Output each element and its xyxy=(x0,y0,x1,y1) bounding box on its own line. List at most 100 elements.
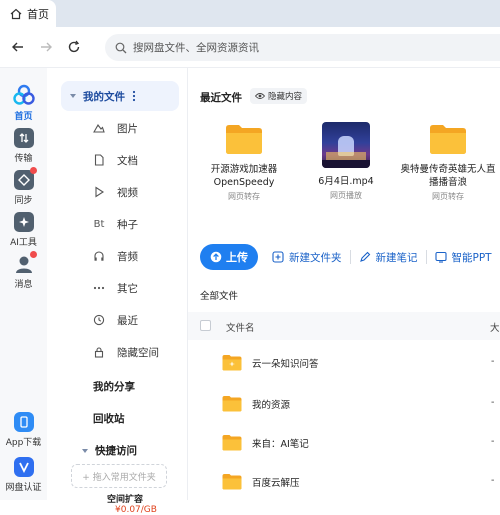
verify-icon xyxy=(13,457,34,477)
home-icon xyxy=(10,8,22,19)
rail-label: App下载 xyxy=(5,438,42,448)
recent-item[interactable]: 奥特曼传奇英雄无人直播播音浪 网页转存 xyxy=(398,123,498,202)
rail-app-download[interactable]: App下载 xyxy=(0,412,47,448)
sync-icon xyxy=(13,167,37,190)
file-size: - xyxy=(491,356,495,367)
sidebar-item-other[interactable]: 其它 xyxy=(61,273,177,303)
triangle-down-icon xyxy=(82,448,88,453)
sidebar-item-label: 隐藏空间 xyxy=(117,346,159,359)
table-row[interactable]: 我的资源 - xyxy=(188,385,500,422)
column-header-name[interactable]: 文件名 xyxy=(226,320,255,334)
new-folder-icon xyxy=(272,251,284,263)
recent-item[interactable]: 开源游戏加速器OpenSpeedy 网页转存 xyxy=(194,123,294,202)
quick-access-label: 快捷访问 xyxy=(95,445,137,457)
message-icon xyxy=(14,251,37,274)
sidebar-recycle-bin[interactable]: 回收站 xyxy=(93,411,125,426)
new-note-button[interactable]: 新建笔记 xyxy=(359,250,418,265)
sidebar-item-pictures[interactable]: 图片 xyxy=(61,113,177,143)
upload-icon xyxy=(210,251,222,263)
folder-icon xyxy=(222,435,242,451)
tab-home[interactable]: 首页 xyxy=(0,0,56,27)
rail-ai-tools[interactable]: AI工具 xyxy=(0,212,47,248)
recent-item-name: 开源游戏加速器OpenSpeedy xyxy=(210,164,278,188)
hide-content-label: 隐藏内容 xyxy=(268,92,303,102)
rail-home[interactable]: 首页 xyxy=(0,84,47,122)
rail-label: 传输 xyxy=(14,154,33,164)
refresh-button[interactable] xyxy=(65,38,83,56)
note-icon xyxy=(359,251,370,262)
more-vertical-icon[interactable] xyxy=(131,90,137,102)
video-icon xyxy=(91,186,107,198)
promo-title: 空间扩容 xyxy=(107,495,144,505)
notification-dot xyxy=(29,251,37,258)
rail-label: 网盘认证 xyxy=(5,483,42,493)
arrow-right-icon xyxy=(41,42,52,52)
sidebar-item-label: 其它 xyxy=(117,282,138,295)
rail-verify[interactable]: 网盘认证 xyxy=(0,457,47,493)
sidebar-item-documents[interactable]: 文档 xyxy=(61,145,177,175)
sidebar-item-audio[interactable]: 音频 xyxy=(61,241,177,271)
column-header-size[interactable]: 大 xyxy=(490,320,500,334)
sidebar-item-my-files[interactable]: 我的文件 xyxy=(61,81,179,111)
folder-icon xyxy=(226,125,262,154)
hide-content-button[interactable]: 隐藏内容 xyxy=(250,88,308,104)
file-table-header: 文件名 大 xyxy=(188,312,500,340)
storage-promo[interactable]: 空间扩容¥0.07/GB xyxy=(107,492,187,515)
forward-button[interactable] xyxy=(37,38,55,56)
rail-transfer[interactable]: 传输 xyxy=(0,128,47,164)
sidebar-item-label: 音频 xyxy=(117,250,138,263)
recent-item-source: 网页播放 xyxy=(330,191,362,200)
file-name: 来自：AI笔记 xyxy=(252,439,309,450)
sidebar-my-share[interactable]: 我的分享 xyxy=(93,379,135,394)
upload-button[interactable]: 上传 xyxy=(200,244,258,270)
toolbar-separator xyxy=(349,250,351,264)
smart-ppt-label: 智能PPT xyxy=(451,251,492,264)
sidebar-item-videos[interactable]: 视频 xyxy=(61,177,177,207)
search-placeholder: 搜网盘文件、全网资源资讯 xyxy=(133,42,259,54)
recent-item-source: 网页转存 xyxy=(432,192,464,201)
folder-icon xyxy=(222,355,242,371)
promo-price: ¥0.07/GB xyxy=(115,505,157,515)
search-input[interactable]: 搜网盘文件、全网资源资讯 xyxy=(105,34,500,61)
smart-ppt-button[interactable]: 智能PPT xyxy=(434,250,492,265)
nav-bar: 搜网盘文件、全网资源资讯 xyxy=(0,27,500,68)
audio-icon xyxy=(91,250,107,262)
sidebar: 我的文件 图片 文档 视频 Bt 种子 音频 其它 最近 隐藏空间 我的分享 回… xyxy=(47,68,187,515)
notification-dot xyxy=(29,167,37,174)
sidebar-quick-access[interactable]: 快捷访问 xyxy=(81,443,137,458)
rail-label: AI工具 xyxy=(10,238,37,248)
home-icon xyxy=(12,84,35,106)
sidebar-item-label: 我的文件 xyxy=(83,90,125,103)
sidebar-item-recent[interactable]: 最近 xyxy=(61,305,177,335)
table-row[interactable]: 来自：AI笔记 - xyxy=(188,424,500,461)
recent-item-source: 网页转存 xyxy=(228,192,260,201)
sidebar-item-label: 图片 xyxy=(117,122,138,135)
select-all-checkbox[interactable] xyxy=(200,320,211,331)
rail-message[interactable]: 消息 xyxy=(0,251,47,290)
folder-icon xyxy=(222,474,242,490)
refresh-icon xyxy=(68,40,80,53)
table-row[interactable]: 百度云解压 - xyxy=(188,463,500,500)
new-folder-button[interactable]: 新建文件夹 xyxy=(272,250,342,265)
table-row[interactable]: 云一朵知识问答 - xyxy=(188,344,500,381)
new-folder-label: 新建文件夹 xyxy=(289,251,342,264)
add-favorite-folder[interactable]: + 拖入常用文件夹 xyxy=(71,464,167,488)
tab-title: 首页 xyxy=(27,7,49,21)
back-button[interactable] xyxy=(9,38,27,56)
recent-icon xyxy=(91,314,107,326)
sidebar-item-hidden-space[interactable]: 隐藏空间 xyxy=(61,337,177,367)
search-icon xyxy=(115,42,127,53)
recent-item-name: 奥特曼传奇英雄无人直播播音浪 xyxy=(400,164,496,188)
rail-sync[interactable]: 同步 xyxy=(0,167,47,206)
toolbar-separator xyxy=(425,250,427,264)
video-thumbnail xyxy=(322,122,370,168)
recent-item[interactable]: 6月4日.mp4 网页播放 xyxy=(296,122,396,201)
ppt-icon xyxy=(434,251,447,263)
sidebar-item-torrents[interactable]: Bt 种子 xyxy=(61,209,177,239)
sidebar-item-label: 种子 xyxy=(117,218,138,231)
main-content: 最近文件 隐藏内容 开源游戏加速器OpenSpeedy 网页转存 6月4日.mp… xyxy=(188,68,500,500)
file-name: 我的资源 xyxy=(252,400,291,411)
rail-label: 同步 xyxy=(14,196,33,206)
file-size: - xyxy=(491,475,495,486)
triangle-down-icon xyxy=(70,94,76,98)
